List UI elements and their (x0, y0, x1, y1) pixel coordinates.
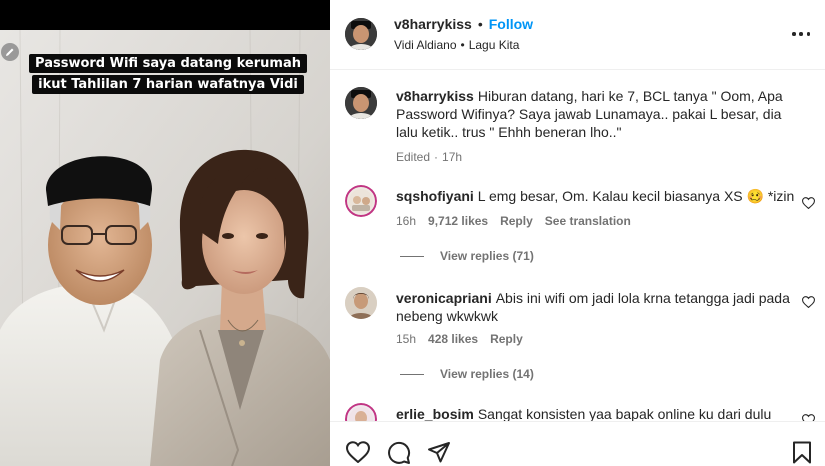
paper-plane-icon[interactable] (427, 441, 451, 464)
avatar[interactable] (345, 403, 377, 421)
post-photo (0, 30, 330, 466)
more-horizontal-icon[interactable] (792, 26, 810, 42)
post-header: v8harrykiss • Follow Vidi Aldiano • Lagu… (330, 0, 825, 70)
photo-caption-line: Password Wifi saya datang kerumah (29, 54, 307, 73)
photo-caption-line: ikut Tahlilan 7 harian wafatnya Vidi (32, 75, 304, 94)
comment-meta: Edited · 17h (396, 150, 462, 164)
comments-pane: v8harrykiss • Follow Vidi Aldiano • Lagu… (330, 0, 825, 466)
audio-title[interactable]: Lagu Kita (469, 38, 520, 52)
replies-divider (400, 255, 424, 257)
heart-icon[interactable] (802, 414, 815, 421)
heart-icon[interactable] (802, 296, 815, 308)
photo-caption: Password Wifi saya datang kerumah ikut T… (29, 54, 307, 94)
avatar[interactable] (345, 87, 377, 119)
pencil-icon[interactable] (1, 43, 19, 61)
post-owner-row: v8harrykiss • Follow (394, 16, 533, 32)
view-replies-button[interactable]: View replies (71) (400, 249, 534, 263)
comment-text: Sangat konsisten yaa bapak online ku dar… (477, 406, 772, 421)
view-replies-label: View replies (14) (440, 367, 534, 381)
post-action-bar (330, 421, 825, 466)
bookmark-icon[interactable] (792, 441, 812, 464)
comment-icon[interactable] (387, 441, 411, 465)
view-replies-button[interactable]: View replies (14) (400, 367, 534, 381)
view-replies-label: View replies (71) (440, 249, 534, 263)
post-media[interactable]: Password Wifi saya datang kerumah ikut T… (0, 0, 330, 466)
comment-body: erlie_bosim Sangat konsisten yaa bapak on… (396, 405, 796, 421)
edited-label: Edited (396, 150, 431, 164)
reply-button[interactable]: Reply (490, 332, 523, 346)
comment-time[interactable]: 15h (396, 332, 416, 346)
comment-username[interactable]: v8harrykiss (396, 88, 474, 104)
instagram-post-view: Password Wifi saya datang kerumah ikut T… (0, 0, 825, 466)
separator-dot: • (477, 16, 483, 32)
comment-body: v8harrykiss Hiburan datang, hari ke 7, BC… (396, 87, 796, 141)
follow-button[interactable]: Follow (489, 16, 533, 32)
comment-time[interactable]: 16h (396, 214, 416, 228)
media-top-bar (0, 0, 330, 30)
heart-icon[interactable] (346, 441, 370, 463)
separator-dot: · (434, 150, 439, 164)
avatar[interactable] (345, 18, 377, 50)
post-subtitle: Vidi Aldiano • Lagu Kita (394, 38, 519, 52)
replies-divider (400, 373, 424, 375)
comment-body: sqshofiyani L emg besar, Om. Kalau kecil … (396, 187, 796, 205)
separator-dot: • (460, 38, 465, 52)
comment-likes[interactable]: 428 likes (428, 332, 478, 346)
comment-body: veronicapriani Abis ini wifi om jadi lola… (396, 289, 796, 325)
avatar[interactable] (345, 287, 377, 319)
tagged-user[interactable]: Vidi Aldiano (394, 38, 457, 52)
post-owner-username[interactable]: v8harrykiss (394, 16, 472, 32)
comment-likes[interactable]: 9,712 likes (428, 214, 488, 228)
comment-meta: 16h 9,712 likes Reply See translation (396, 214, 631, 228)
comment-username[interactable]: sqshofiyani (396, 188, 474, 204)
comment-text: L emg besar, Om. Kalau kecil biasanya XS… (477, 188, 795, 204)
heart-icon[interactable] (802, 197, 815, 209)
comment-meta: 15h 428 likes Reply (396, 332, 523, 346)
avatar[interactable] (345, 185, 377, 217)
comment-time[interactable]: 17h (442, 150, 462, 164)
comment-username[interactable]: veronicapriani (396, 290, 492, 306)
comments-list[interactable]: v8harrykiss Hiburan datang, hari ke 7, BC… (330, 71, 825, 421)
comment-username[interactable]: erlie_bosim (396, 406, 474, 421)
reply-button[interactable]: Reply (500, 214, 533, 228)
see-translation-button[interactable]: See translation (545, 214, 631, 228)
